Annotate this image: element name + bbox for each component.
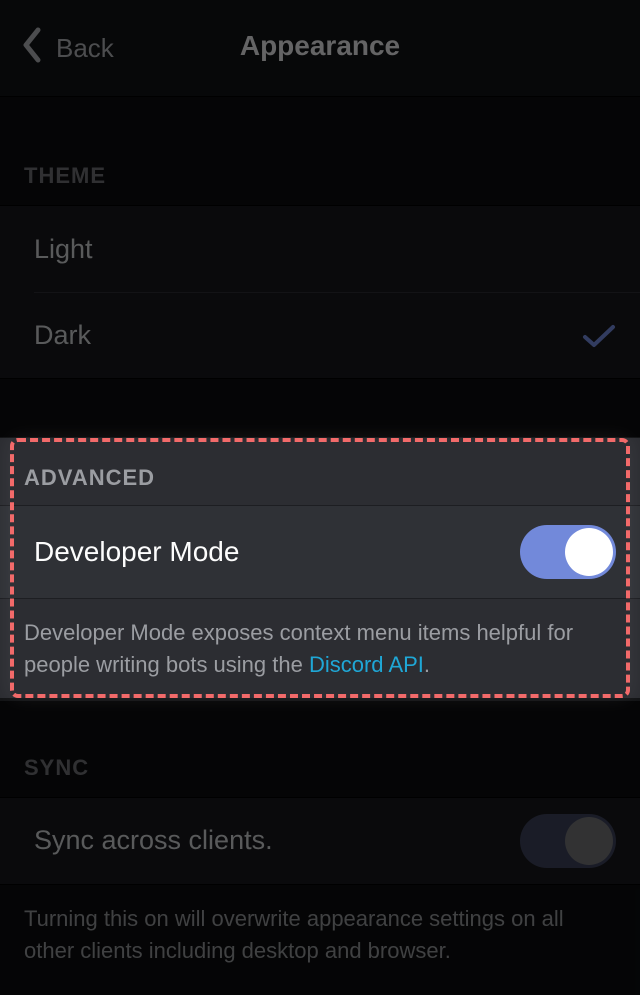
theme-dark-label: Dark	[34, 320, 91, 351]
advanced-section: ADVANCED Developer Mode Developer Mode e…	[0, 437, 640, 701]
page-title: Appearance	[0, 30, 640, 62]
section-header-advanced: ADVANCED	[0, 437, 640, 505]
spacer	[0, 379, 640, 437]
theme-group: Light Dark	[0, 205, 640, 379]
sync-description: Turning this on will overwrite appearanc…	[0, 885, 640, 987]
section-header-sync: SYNC	[0, 701, 640, 797]
developer-mode-label: Developer Mode	[34, 536, 239, 568]
checkmark-icon	[582, 323, 616, 349]
toggle-knob	[565, 817, 613, 865]
discord-api-link[interactable]: Discord API	[309, 652, 424, 677]
sync-group: Sync across clients.	[0, 797, 640, 885]
developer-mode-description: Developer Mode exposes context menu item…	[0, 599, 640, 701]
sync-row[interactable]: Sync across clients.	[0, 798, 640, 884]
theme-light-label: Light	[34, 234, 93, 265]
theme-option-light[interactable]: Light	[0, 206, 640, 292]
dev-desc-pre: Developer Mode exposes context menu item…	[24, 620, 573, 677]
theme-option-dark[interactable]: Dark	[34, 292, 640, 378]
dev-desc-post: .	[424, 652, 430, 677]
toggle-knob	[565, 528, 613, 576]
developer-mode-toggle[interactable]	[520, 525, 616, 579]
developer-mode-row[interactable]: Developer Mode	[0, 505, 640, 599]
sync-label: Sync across clients.	[34, 825, 273, 856]
sync-toggle[interactable]	[520, 814, 616, 868]
header: Back Appearance	[0, 0, 640, 97]
section-header-theme: THEME	[0, 97, 640, 205]
